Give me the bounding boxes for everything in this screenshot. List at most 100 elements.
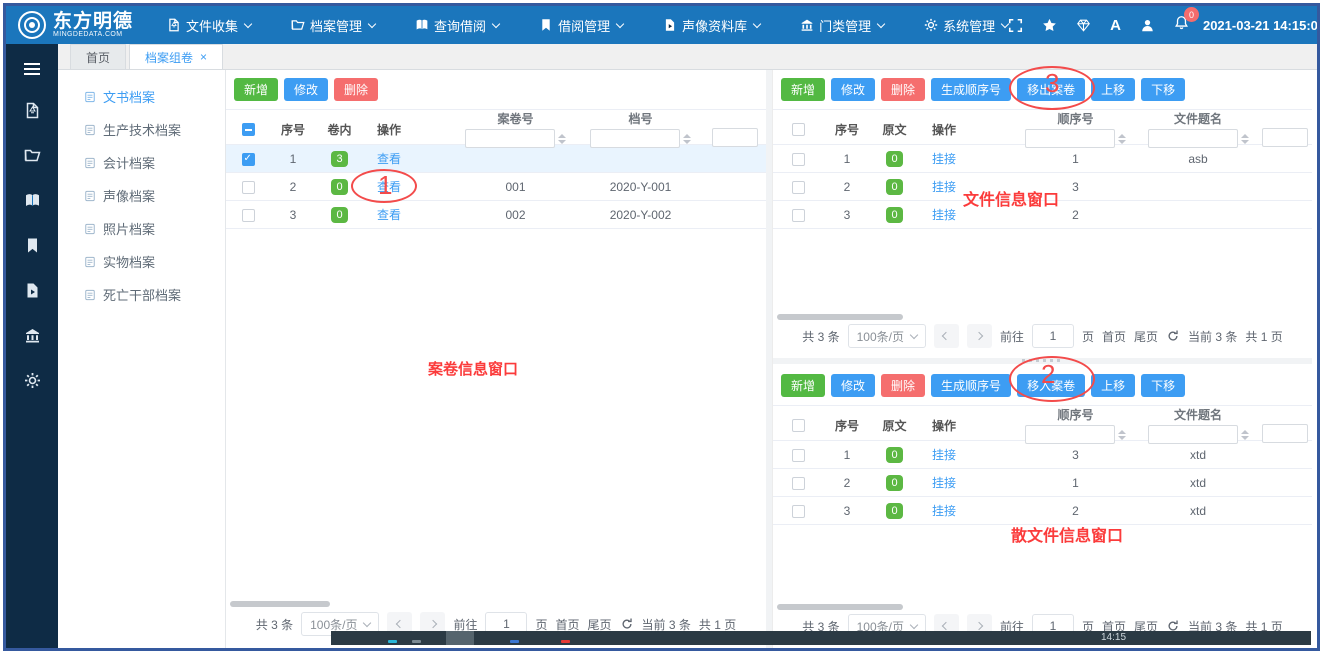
menu-av-library[interactable]: 声像资料库 <box>663 16 760 35</box>
rail-category-management-icon[interactable] <box>24 327 41 344</box>
first-page-button[interactable]: 首页 <box>1102 328 1126 345</box>
row-checkbox[interactable] <box>792 209 805 222</box>
row-checkbox[interactable] <box>792 477 805 490</box>
refresh-icon[interactable] <box>1166 329 1180 343</box>
star-icon[interactable] <box>1042 18 1057 33</box>
add-button[interactable]: 新增 <box>234 78 278 101</box>
font-size-tool[interactable]: A <box>1110 17 1121 34</box>
page-number-input[interactable] <box>1032 324 1074 348</box>
edit-button[interactable]: 修改 <box>284 78 328 101</box>
sort-icon[interactable] <box>1241 430 1249 440</box>
view-link[interactable]: 查看 <box>377 152 401 166</box>
rail-file-collection-icon[interactable] <box>24 102 41 119</box>
doc-title-filter-input[interactable] <box>1148 425 1238 444</box>
generate-order-button[interactable]: 生成顺序号 <box>931 374 1011 397</box>
menu-archive-management[interactable]: 档案管理 <box>291 16 375 35</box>
prev-page-button[interactable] <box>934 324 959 348</box>
sort-icon[interactable] <box>1118 134 1126 144</box>
sort-icon[interactable] <box>1118 430 1126 440</box>
menu-query-borrow[interactable]: 查询借阅 <box>415 16 499 35</box>
row-checkbox[interactable] <box>242 181 255 194</box>
extra-filter-input[interactable] <box>712 128 758 147</box>
last-page-button[interactable]: 尾页 <box>588 616 612 633</box>
tree-item-production-tech-archive[interactable]: 生产技术档案 <box>58 113 225 146</box>
select-all-checkbox[interactable] <box>792 123 805 136</box>
row-checkbox[interactable] <box>792 449 805 462</box>
extra-filter-input[interactable] <box>1262 424 1308 443</box>
horizontal-scrollbar[interactable] <box>777 314 903 320</box>
attach-link[interactable]: 挂接 <box>932 180 956 194</box>
tree-item-document-archive[interactable]: 文书档案 <box>58 80 225 113</box>
table-row[interactable]: 3 0 查看 002 2020-Y-002 <box>226 201 766 229</box>
attach-link[interactable]: 挂接 <box>932 476 956 490</box>
extra-filter-input[interactable] <box>1262 128 1308 147</box>
refresh-icon[interactable] <box>620 617 634 631</box>
menu-borrow-management[interactable]: 借阅管理 <box>539 16 623 35</box>
row-checkbox[interactable] <box>792 181 805 194</box>
move-up-button[interactable]: 上移 <box>1091 78 1135 101</box>
row-checkbox[interactable] <box>242 153 255 166</box>
menu-system-management[interactable]: 系统管理 <box>924 16 1008 35</box>
hamburger-menu-icon[interactable] <box>24 60 40 78</box>
order-no-filter-input[interactable] <box>1025 129 1115 148</box>
add-button[interactable]: 新增 <box>781 374 825 397</box>
edit-button[interactable]: 修改 <box>831 78 875 101</box>
delete-button[interactable]: 删除 <box>881 374 925 397</box>
move-up-button[interactable]: 上移 <box>1091 374 1135 397</box>
row-checkbox[interactable] <box>792 153 805 166</box>
tree-item-physical-archive[interactable]: 实物档案 <box>58 245 225 278</box>
rail-av-library-icon[interactable] <box>24 282 41 299</box>
generate-order-button[interactable]: 生成顺序号 <box>931 78 1011 101</box>
horizontal-scrollbar[interactable] <box>777 604 903 610</box>
add-button[interactable]: 新增 <box>781 78 825 101</box>
close-icon[interactable]: × <box>200 52 207 62</box>
notification-bell[interactable]: 0 <box>1174 15 1189 35</box>
delete-button[interactable]: 删除 <box>881 78 925 101</box>
attach-link[interactable]: 挂接 <box>932 152 956 166</box>
move-down-button[interactable]: 下移 <box>1141 78 1185 101</box>
attach-link[interactable]: 挂接 <box>932 448 956 462</box>
table-row[interactable]: 3 0 挂接 2 xtd <box>773 497 1312 525</box>
table-row[interactable]: 2 0 挂接 1 xtd <box>773 469 1312 497</box>
tab-home[interactable]: 首页 <box>70 44 126 69</box>
table-row[interactable]: 2 0 查看 001 2020-Y-001 <box>226 173 766 201</box>
edit-button[interactable]: 修改 <box>831 374 875 397</box>
select-all-checkbox[interactable] <box>242 123 255 136</box>
move-down-button[interactable]: 下移 <box>1141 374 1185 397</box>
table-row[interactable]: 1 3 查看 <box>226 145 766 173</box>
menu-file-collection[interactable]: 文件收集 <box>167 16 251 35</box>
row-checkbox[interactable] <box>792 505 805 518</box>
rail-system-management-icon[interactable] <box>24 372 41 389</box>
last-page-button[interactable]: 尾页 <box>1134 328 1158 345</box>
tree-item-av-archive[interactable]: 声像档案 <box>58 179 225 212</box>
rail-archive-management-icon[interactable] <box>24 147 41 164</box>
attach-link[interactable]: 挂接 <box>932 208 956 222</box>
case-no-filter-input[interactable] <box>465 129 555 148</box>
tree-item-accounting-archive[interactable]: 会计档案 <box>58 146 225 179</box>
user-icon[interactable] <box>1140 18 1155 33</box>
delete-button[interactable]: 删除 <box>334 78 378 101</box>
table-row[interactable]: 1 0 挂接 3 xtd <box>773 441 1312 469</box>
row-checkbox[interactable] <box>242 209 255 222</box>
page-size-select[interactable]: 100条/页 <box>848 324 926 348</box>
sort-icon[interactable] <box>558 134 566 144</box>
table-row[interactable]: 1 0 挂接 1 asb <box>773 145 1312 173</box>
rail-borrow-management-icon[interactable] <box>24 237 41 254</box>
view-link[interactable]: 查看 <box>377 208 401 222</box>
gem-icon[interactable] <box>1076 18 1091 33</box>
tab-archive-binding[interactable]: 档案组卷× <box>129 44 223 69</box>
select-all-checkbox[interactable] <box>792 419 805 432</box>
attach-link[interactable]: 挂接 <box>932 504 956 518</box>
menu-category-management[interactable]: 门类管理 <box>800 16 884 35</box>
file-no-filter-input[interactable] <box>590 129 680 148</box>
doc-title-filter-input[interactable] <box>1148 129 1238 148</box>
next-page-button[interactable] <box>967 324 992 348</box>
sort-icon[interactable] <box>683 134 691 144</box>
fullscreen-icon[interactable] <box>1008 18 1023 33</box>
rail-query-borrow-icon[interactable] <box>24 192 41 209</box>
sort-icon[interactable] <box>1241 134 1249 144</box>
order-no-filter-input[interactable] <box>1025 425 1115 444</box>
tree-item-deceased-cadre-archive[interactable]: 死亡干部档案 <box>58 278 225 311</box>
horizontal-scrollbar[interactable] <box>230 601 330 607</box>
tree-item-photo-archive[interactable]: 照片档案 <box>58 212 225 245</box>
